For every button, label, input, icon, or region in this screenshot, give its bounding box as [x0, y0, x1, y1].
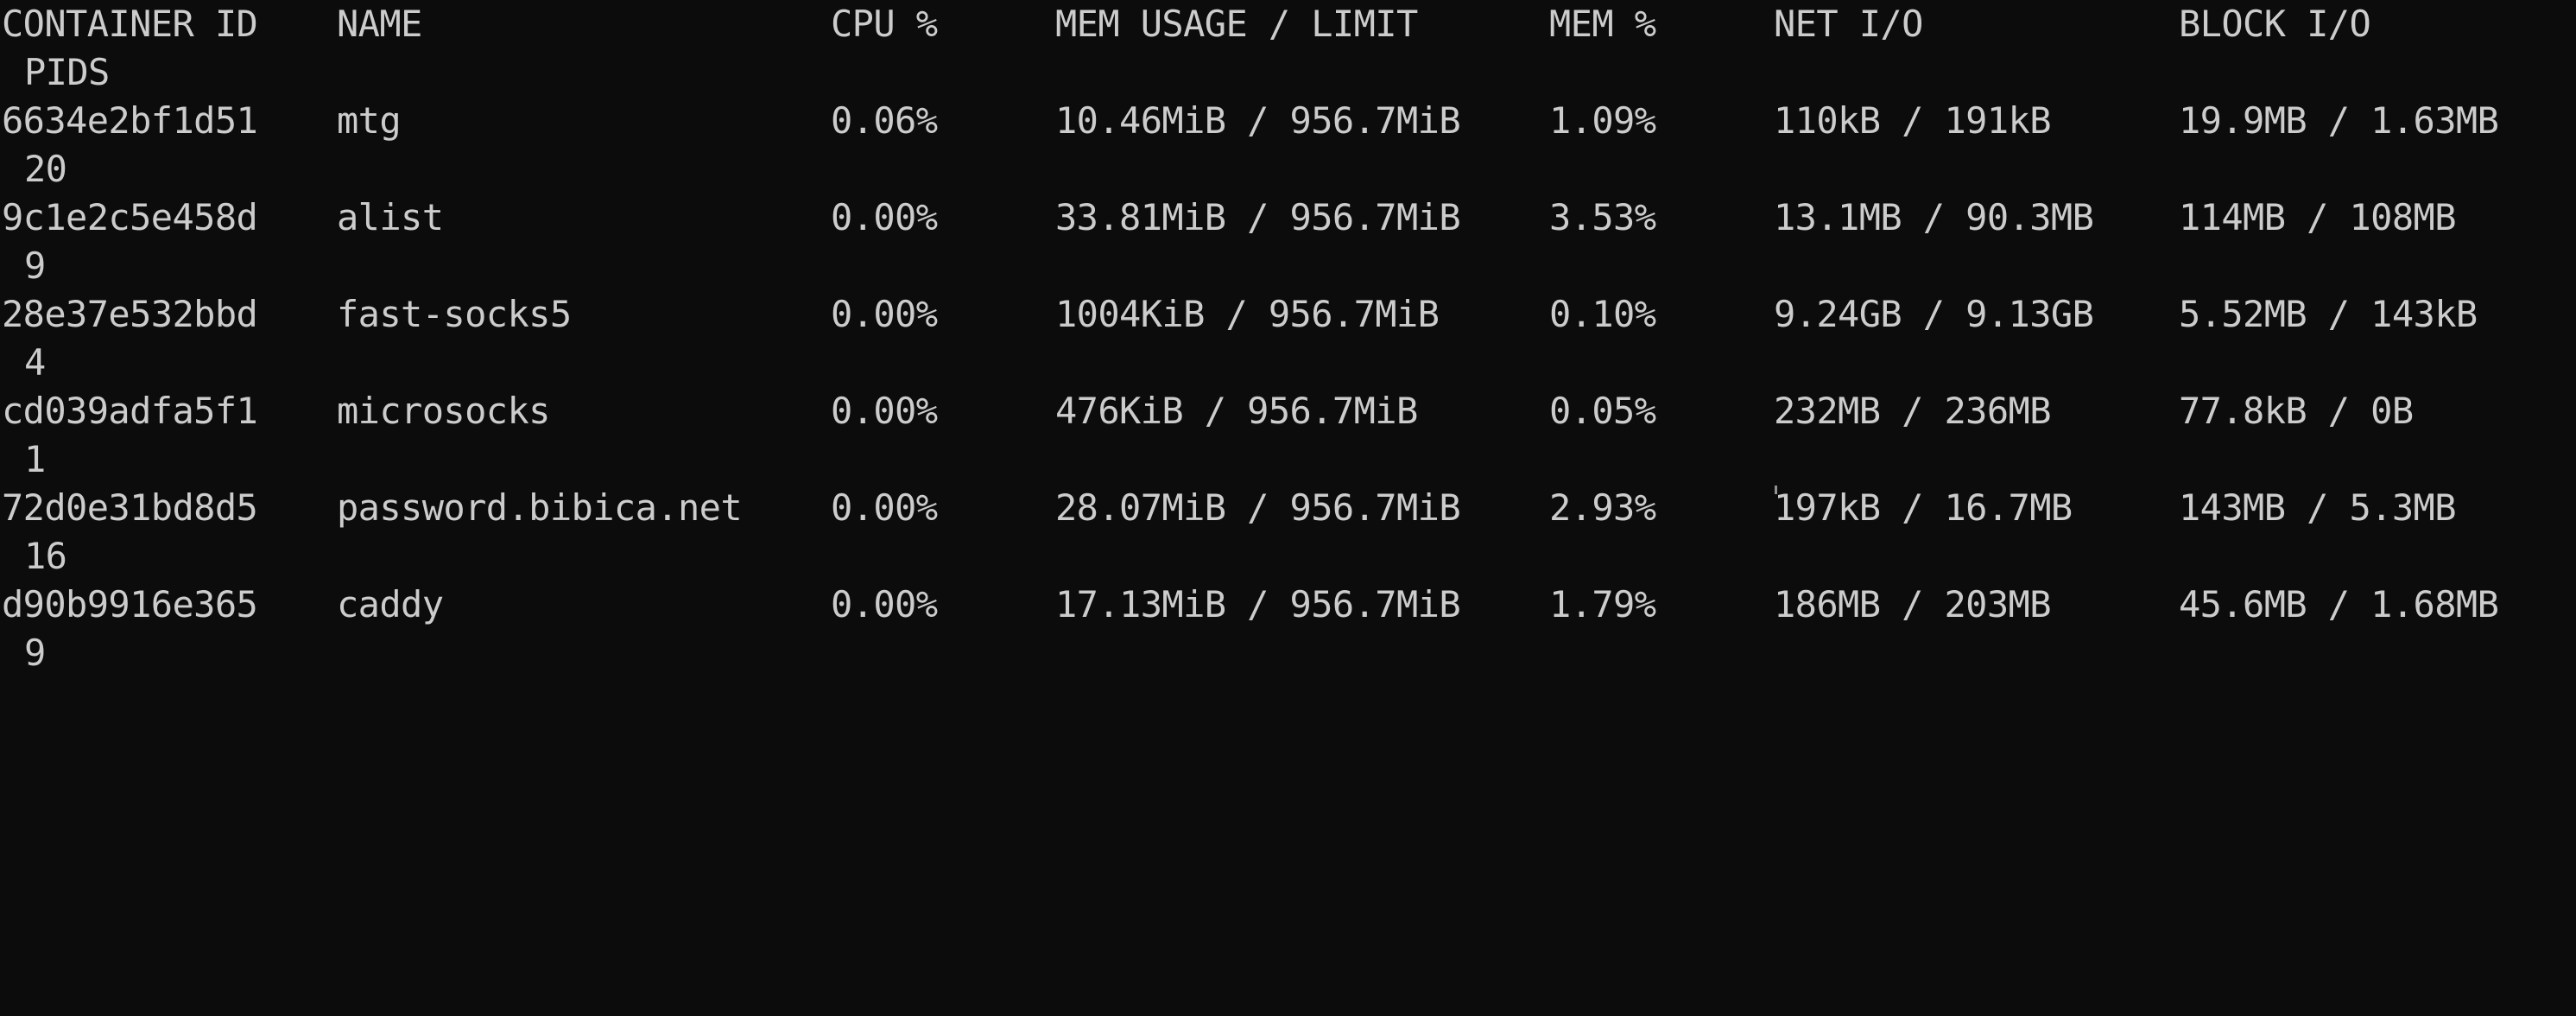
- table-row-wrap: 16: [0, 532, 2576, 581]
- pids-count: 9: [24, 244, 46, 287]
- pids-count: 9: [24, 632, 46, 674]
- table-row: d90b9916e365 caddy 0.00% 17.13MiB / 956.…: [0, 581, 2576, 629]
- table-row-wrap: 9: [0, 242, 2576, 290]
- mem-usage: 476KiB / 956.7MiB: [1055, 390, 1418, 432]
- table-row-wrap: 20: [0, 145, 2576, 194]
- mem-percent: 1.09%: [1549, 99, 1656, 142]
- mem-usage: 33.81MiB / 956.7MiB: [1055, 196, 1461, 238]
- cpu-percent: 0.00%: [831, 583, 938, 625]
- net-io: 232MB / 236MB: [1774, 390, 2052, 432]
- mem-percent: 0.05%: [1549, 390, 1656, 432]
- container-name: caddy: [337, 583, 444, 625]
- mem-percent: 0.10%: [1549, 293, 1656, 335]
- table-row: 9c1e2c5e458d alist 0.00% 33.81MiB / 956.…: [0, 194, 2576, 242]
- container-name: microsocks: [337, 390, 550, 432]
- net-io: 186MB / 203MB: [1774, 583, 2052, 625]
- block-io: 5.52MB / 143kB: [2179, 293, 2478, 335]
- header-block-io: BLOCK I/O: [2179, 3, 2371, 45]
- block-io: 114MB / 108MB: [2179, 196, 2457, 238]
- pids-count: 4: [24, 341, 46, 384]
- container-name: mtg: [337, 99, 402, 142]
- block-io: 19.9MB / 1.63MB: [2179, 99, 2499, 142]
- table-row-wrap: 1: [0, 435, 2576, 484]
- table-row: 72d0e31bd8d5 password.bibica.net 0.00% 2…: [0, 484, 2576, 532]
- cpu-percent: 0.06%: [831, 99, 938, 142]
- mem-usage: 28.07MiB / 956.7MiB: [1055, 486, 1461, 529]
- net-io: 13.1MB / 90.3MB: [1774, 196, 2094, 238]
- container-id: 6634e2bf1d51: [2, 99, 258, 142]
- header-row: CONTAINER ID NAME CPU % MEM USAGE / LIMI…: [0, 0, 2576, 48]
- pids-count: 1: [24, 438, 46, 480]
- block-io: 45.6MB / 1.68MB: [2179, 583, 2499, 625]
- container-name: fast-socks5: [337, 293, 572, 335]
- header-mem-percent: MEM %: [1549, 3, 1656, 45]
- mem-percent: 2.93%: [1549, 486, 1656, 529]
- container-id: cd039adfa5f1: [2, 390, 258, 432]
- mouse-cursor-icon: [1775, 486, 1777, 494]
- table-row: 6634e2bf1d51 mtg 0.06% 10.46MiB / 956.7M…: [0, 97, 2576, 145]
- block-io: 143MB / 5.3MB: [2179, 486, 2457, 529]
- block-io: 77.8kB / 0B: [2179, 390, 2414, 432]
- cpu-percent: 0.00%: [831, 486, 938, 529]
- cpu-percent: 0.00%: [831, 390, 938, 432]
- header-name: NAME: [337, 3, 422, 45]
- mem-percent: 3.53%: [1549, 196, 1656, 238]
- table-row: cd039adfa5f1 microsocks 0.00% 476KiB / 9…: [0, 387, 2576, 435]
- container-id: 9c1e2c5e458d: [2, 196, 258, 238]
- pids-count: 16: [24, 535, 67, 577]
- table-row-wrap: 9: [0, 629, 2576, 677]
- net-io: 110kB / 191kB: [1774, 99, 2052, 142]
- container-name: alist: [337, 196, 444, 238]
- header-row-wrap: PIDS: [0, 48, 2576, 97]
- header-mem-usage: MEM USAGE / LIMIT: [1055, 3, 1418, 45]
- container-id: 28e37e532bbd: [2, 293, 258, 335]
- terminal-window[interactable]: CONTAINER ID NAME CPU % MEM USAGE / LIMI…: [0, 0, 2576, 698]
- container-id: d90b9916e365: [2, 583, 258, 625]
- net-io: 197kB / 16.7MB: [1774, 486, 2073, 529]
- pids-count: 20: [24, 148, 67, 190]
- container-name: password.bibica.net: [337, 486, 743, 529]
- table-row-wrap: 4: [0, 339, 2576, 387]
- header-pids: PIDS: [24, 51, 110, 93]
- header-cpu: CPU %: [831, 3, 938, 45]
- cpu-percent: 0.00%: [831, 293, 938, 335]
- container-id: 72d0e31bd8d5: [2, 486, 258, 529]
- header-net-io: NET I/O: [1774, 3, 1923, 45]
- table-row: 28e37e532bbd fast-socks5 0.00% 1004KiB /…: [0, 290, 2576, 339]
- mem-usage: 10.46MiB / 956.7MiB: [1055, 99, 1461, 142]
- mem-usage: 1004KiB / 956.7MiB: [1055, 293, 1440, 335]
- net-io: 9.24GB / 9.13GB: [1774, 293, 2094, 335]
- mem-percent: 1.79%: [1549, 583, 1656, 625]
- header-container-id: CONTAINER ID: [2, 3, 258, 45]
- cpu-percent: 0.00%: [831, 196, 938, 238]
- mem-usage: 17.13MiB / 956.7MiB: [1055, 583, 1461, 625]
